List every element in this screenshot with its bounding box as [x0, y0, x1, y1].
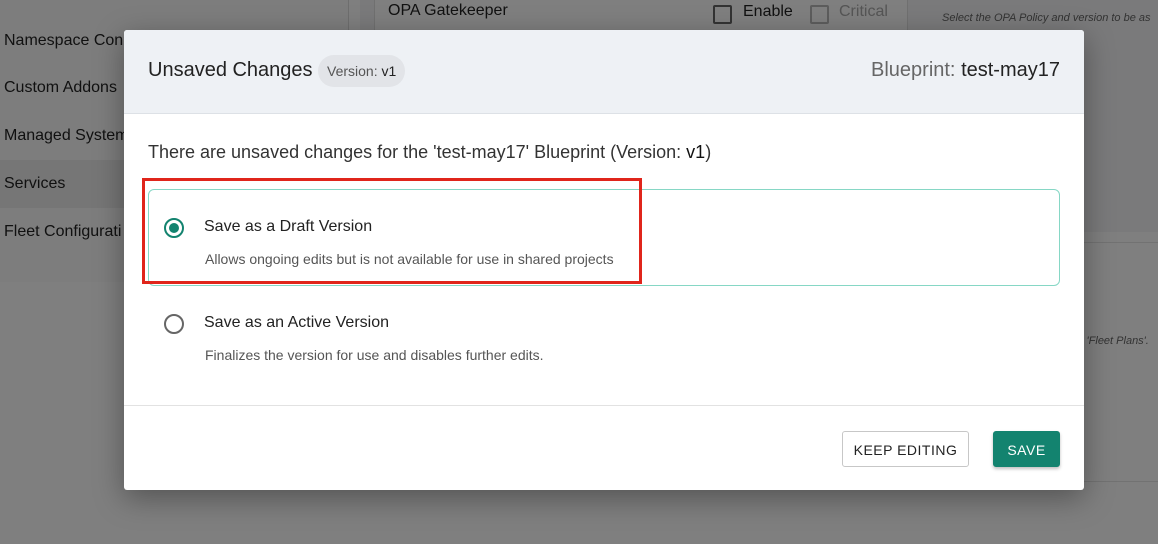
radio-active-icon[interactable] [164, 314, 184, 334]
option-active-title: Save as an Active Version [204, 314, 389, 331]
blueprint-label-text: Blueprint: [871, 59, 956, 81]
version-chip: Version: v1 [318, 55, 406, 87]
dialog-footer: KEEP EDITING SAVE [124, 405, 1084, 490]
description-text: There are unsaved changes for the 'test-… [148, 142, 687, 162]
version-chip-label: Version: [327, 63, 378, 79]
blueprint-name: test-may17 [961, 59, 1060, 81]
description-version: v1 [686, 142, 706, 162]
radio-draft-icon[interactable] [164, 218, 184, 238]
blueprint-label: Blueprint: test-may17 [871, 59, 1060, 82]
option-draft-subtitle: Allows ongoing edits but is not availabl… [205, 251, 614, 267]
keep-editing-button[interactable]: KEEP EDITING [842, 431, 969, 467]
description-suffix: ) [705, 142, 712, 162]
unsaved-description: There are unsaved changes for the 'test-… [148, 142, 711, 163]
dialog-body: There are unsaved changes for the 'test-… [124, 114, 1084, 405]
option-active-version[interactable]: Save as an Active Version Finalizes the … [148, 285, 1060, 382]
version-chip-value: v1 [381, 63, 397, 79]
dialog-title: Unsaved Changes [148, 59, 313, 81]
option-active-subtitle: Finalizes the version for use and disabl… [205, 347, 544, 363]
option-draft-title: Save as a Draft Version [204, 218, 373, 235]
unsaved-changes-dialog: Unsaved Changes Version: v1 Blueprint: t… [124, 30, 1084, 490]
option-draft-version[interactable]: Save as a Draft Version Allows ongoing e… [148, 189, 1060, 286]
dialog-header: Unsaved Changes Version: v1 Blueprint: t… [124, 30, 1084, 114]
save-button[interactable]: SAVE [993, 431, 1060, 467]
